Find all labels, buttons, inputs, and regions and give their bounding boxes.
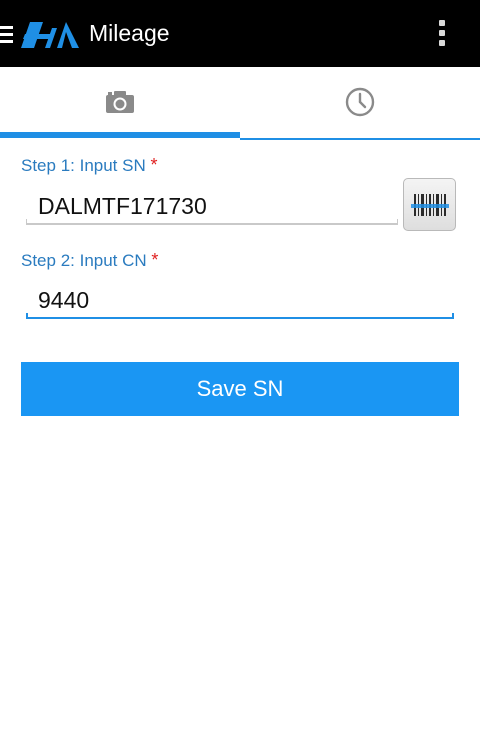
- clock-icon: [345, 87, 375, 117]
- tab-history[interactable]: [240, 67, 480, 137]
- active-tab-indicator: [0, 132, 240, 138]
- cn-input[interactable]: [26, 282, 454, 318]
- cn-required-mark: *: [151, 250, 159, 270]
- sn-label: Step 1: Input SN *: [21, 155, 158, 176]
- app-title: Mileage: [89, 20, 170, 46]
- save-sn-button[interactable]: Save SN: [21, 362, 459, 416]
- sn-required-mark: *: [150, 155, 158, 175]
- cn-label: Step 2: Input CN *: [21, 250, 158, 271]
- tab-divider: [240, 138, 480, 140]
- tab-camera[interactable]: [0, 67, 240, 137]
- cn-input-underline: [26, 313, 454, 319]
- tab-bar: [0, 67, 480, 140]
- logo: [21, 22, 79, 48]
- cn-label-text: Step 2: Input CN: [21, 251, 147, 270]
- scan-barcode-button[interactable]: [403, 178, 456, 231]
- camera-icon: [106, 91, 134, 113]
- menu-icon[interactable]: [0, 26, 13, 46]
- barcode-scan-icon: [410, 193, 449, 216]
- app-bar: Mileage: [0, 0, 480, 67]
- sn-input-underline: [26, 219, 398, 225]
- sn-label-text: Step 1: Input SN: [21, 156, 146, 175]
- overflow-menu-icon[interactable]: [437, 20, 447, 50]
- sn-input[interactable]: [26, 188, 398, 224]
